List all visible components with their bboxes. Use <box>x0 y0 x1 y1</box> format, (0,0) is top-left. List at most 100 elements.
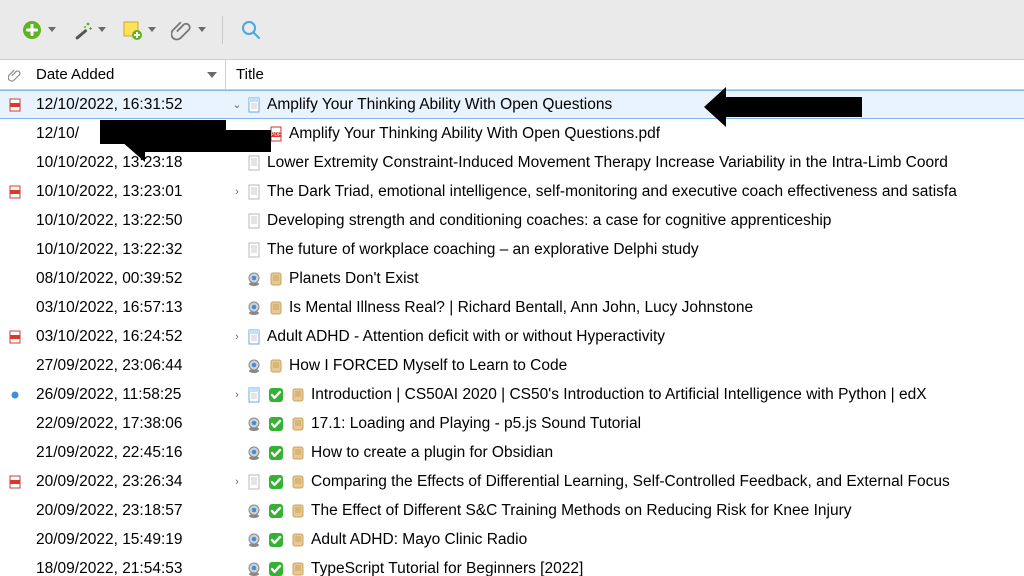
table-row[interactable]: 22/09/2022, 17:38:0617.1: Loading and Pl… <box>0 409 1024 438</box>
title-cell: The Effect of Different S&C Training Met… <box>225 502 1024 520</box>
date-text: 08/10/2022, 00:39:52 <box>36 270 183 288</box>
table-row[interactable]: 08/10/2022, 00:39:52 Planets Don't Exist <box>0 264 1024 293</box>
date-cell: 03/10/2022, 16:24:52 <box>30 328 225 346</box>
table-row[interactable]: 10/10/2022, 13:23:01 › The Dark Triad, emo… <box>0 177 1024 206</box>
scroll-icon <box>267 270 285 288</box>
search-button[interactable] <box>233 14 269 46</box>
twisty-closed-icon[interactable]: › <box>229 186 245 198</box>
doc-icon <box>245 183 263 201</box>
table-row[interactable]: 20/09/2022, 15:49:19Adult ADHD: Mayo Cli… <box>0 525 1024 554</box>
title-cell: ⌄Amplify Your Thinking Ability With Open… <box>225 96 1024 114</box>
table-row[interactable]: 03/10/2022, 16:57:13 Is Mental Illness Re… <box>0 293 1024 322</box>
webcam-icon <box>245 357 263 375</box>
check-icon <box>267 444 285 462</box>
attach-button[interactable] <box>164 14 212 46</box>
title-text: The Effect of Different S&C Training Met… <box>311 502 851 520</box>
title-text: The future of workplace coaching – an ex… <box>267 241 699 259</box>
scroll-icon <box>267 357 285 375</box>
title-cell: How to create a plugin for Obsidian <box>225 444 1024 462</box>
webcam-icon <box>245 531 263 549</box>
column-header-row: Date Added Title <box>0 60 1024 90</box>
toolbar <box>0 0 1024 60</box>
date-text: 10/10/2022, 13:23:18 <box>36 154 183 172</box>
wand-button[interactable] <box>64 14 112 46</box>
green-plus-icon <box>20 18 44 42</box>
table-row[interactable]: 10/10/2022, 13:22:50Developing strength … <box>0 206 1024 235</box>
date-text: 10/10/2022, 13:22:50 <box>36 212 183 230</box>
paperclip-icon <box>170 18 194 42</box>
date-added-column-header[interactable]: Date Added <box>30 66 225 83</box>
title-cell: ›Introduction | CS50AI 2020 | CS50's Int… <box>225 386 1024 404</box>
caret-down-icon <box>148 27 156 32</box>
attachment-cell <box>0 185 30 199</box>
title-column-header[interactable]: Title <box>225 60 1024 89</box>
table-row[interactable]: 12/10/2022, 16:31:52 ⌄Amplify Your Thinki… <box>0 90 1024 119</box>
table-row[interactable]: 10/10/2022, 13:23:18 Lower Extremity Cons… <box>0 148 1024 177</box>
title-text: Is Mental Illness Real? | Richard Bental… <box>289 299 753 317</box>
title-cell: › Adult ADHD - Attention deficit with or … <box>225 328 1024 346</box>
title-text: Amplify Your Thinking Ability With Open … <box>289 125 660 143</box>
date-cell: 10/10/2022, 13:22:50 <box>30 212 225 230</box>
doc-icon <box>245 241 263 259</box>
table-row[interactable]: 26/09/2022, 11:58:25 ›Introduction | CS50… <box>0 380 1024 409</box>
magnifier-icon <box>239 18 263 42</box>
title-cell: The future of workplace coaching – an ex… <box>225 241 1024 259</box>
attachment-column-header[interactable] <box>0 68 30 82</box>
title-cell: How I FORCED Myself to Learn to Code <box>225 357 1024 375</box>
twisty-closed-icon[interactable]: › <box>229 389 245 401</box>
title-cell: TypeScript Tutorial for Beginners [2022] <box>225 560 1024 576</box>
webcam-icon <box>245 502 263 520</box>
date-text: 12/10/2022, 16:31:52 <box>36 96 183 114</box>
table-row[interactable]: 20/09/2022, 23:26:34 › Comparing the Effec… <box>0 467 1024 496</box>
new-note-button[interactable] <box>114 14 162 46</box>
doc-icon <box>245 154 263 172</box>
sticky-note-plus-icon <box>120 18 144 42</box>
table-row[interactable]: 10/10/2022, 13:22:32The future of workpl… <box>0 235 1024 264</box>
table-row[interactable]: 18/09/2022, 21:54:53TypeScript Tutorial … <box>0 554 1024 576</box>
twisty-closed-icon[interactable]: › <box>229 331 245 343</box>
webcam-icon <box>245 270 263 288</box>
date-text: 10/10/2022, 13:23:01 <box>36 183 183 201</box>
title-text: Adult ADHD: Mayo Clinic Radio <box>311 531 527 549</box>
separator <box>222 16 223 44</box>
date-text: 20/09/2022, 23:26:34 <box>36 473 183 491</box>
title-text: Adult ADHD - Attention deficit with or w… <box>267 328 665 346</box>
item-list[interactable]: 12/10/2022, 16:31:52⌄Amplify Your Thinki… <box>0 90 1024 576</box>
date-text: 27/09/2022, 23:06:44 <box>36 357 183 375</box>
scroll-icon <box>289 386 307 404</box>
table-row[interactable]: 12/10/PDF Amplify Your Thinking Ability W… <box>0 119 1024 148</box>
table-row[interactable]: 20/09/2022, 23:18:57 The Effect of Differ… <box>0 496 1024 525</box>
scroll-icon <box>289 502 307 520</box>
scroll-icon <box>289 560 307 576</box>
title-cell: Adult ADHD: Mayo Clinic Radio <box>225 531 1024 549</box>
date-text: 26/09/2022, 11:58:25 <box>36 386 181 404</box>
date-cell: 18/09/2022, 21:54:53 <box>30 560 225 576</box>
date-cell: 20/09/2022, 23:18:57 <box>30 502 225 520</box>
date-cell: 21/09/2022, 22:45:16 <box>30 444 225 462</box>
twisty-open-icon[interactable]: ⌄ <box>229 98 245 111</box>
table-row[interactable]: 27/09/2022, 23:06:44 How I FORCED Myself … <box>0 351 1024 380</box>
title-text: Comparing the Effects of Differential Le… <box>311 473 950 491</box>
scroll-icon <box>289 531 307 549</box>
date-cell: 03/10/2022, 16:57:13 <box>30 299 225 317</box>
svg-text:PDF: PDF <box>271 132 281 138</box>
date-text: 12/10/ <box>36 125 79 143</box>
title-cell: Planets Don't Exist <box>225 270 1024 288</box>
date-text: 20/09/2022, 23:18:57 <box>36 502 183 520</box>
webcam-icon <box>245 560 263 576</box>
title-cell: Lower Extremity Constraint-Induced Movem… <box>225 154 1024 172</box>
twisty-closed-icon[interactable]: › <box>229 476 245 488</box>
title-text: How to create a plugin for Obsidian <box>311 444 553 462</box>
new-item-button[interactable] <box>14 14 62 46</box>
title-text: How I FORCED Myself to Learn to Code <box>289 357 567 375</box>
caret-down-icon <box>48 27 56 32</box>
attachment-cell <box>0 98 30 112</box>
title-cell: Is Mental Illness Real? | Richard Bental… <box>225 299 1024 317</box>
doc-icon <box>245 212 263 230</box>
scroll-icon <box>289 415 307 433</box>
title-cell: PDF Amplify Your Thinking Ability With Op… <box>225 125 1024 143</box>
sort-descending-icon <box>207 72 217 78</box>
table-row[interactable]: 03/10/2022, 16:24:52 › Adult ADHD - Attent… <box>0 322 1024 351</box>
table-row[interactable]: 21/09/2022, 22:45:16 How to create a plug… <box>0 438 1024 467</box>
title-text: The Dark Triad, emotional intelligence, … <box>267 183 957 201</box>
